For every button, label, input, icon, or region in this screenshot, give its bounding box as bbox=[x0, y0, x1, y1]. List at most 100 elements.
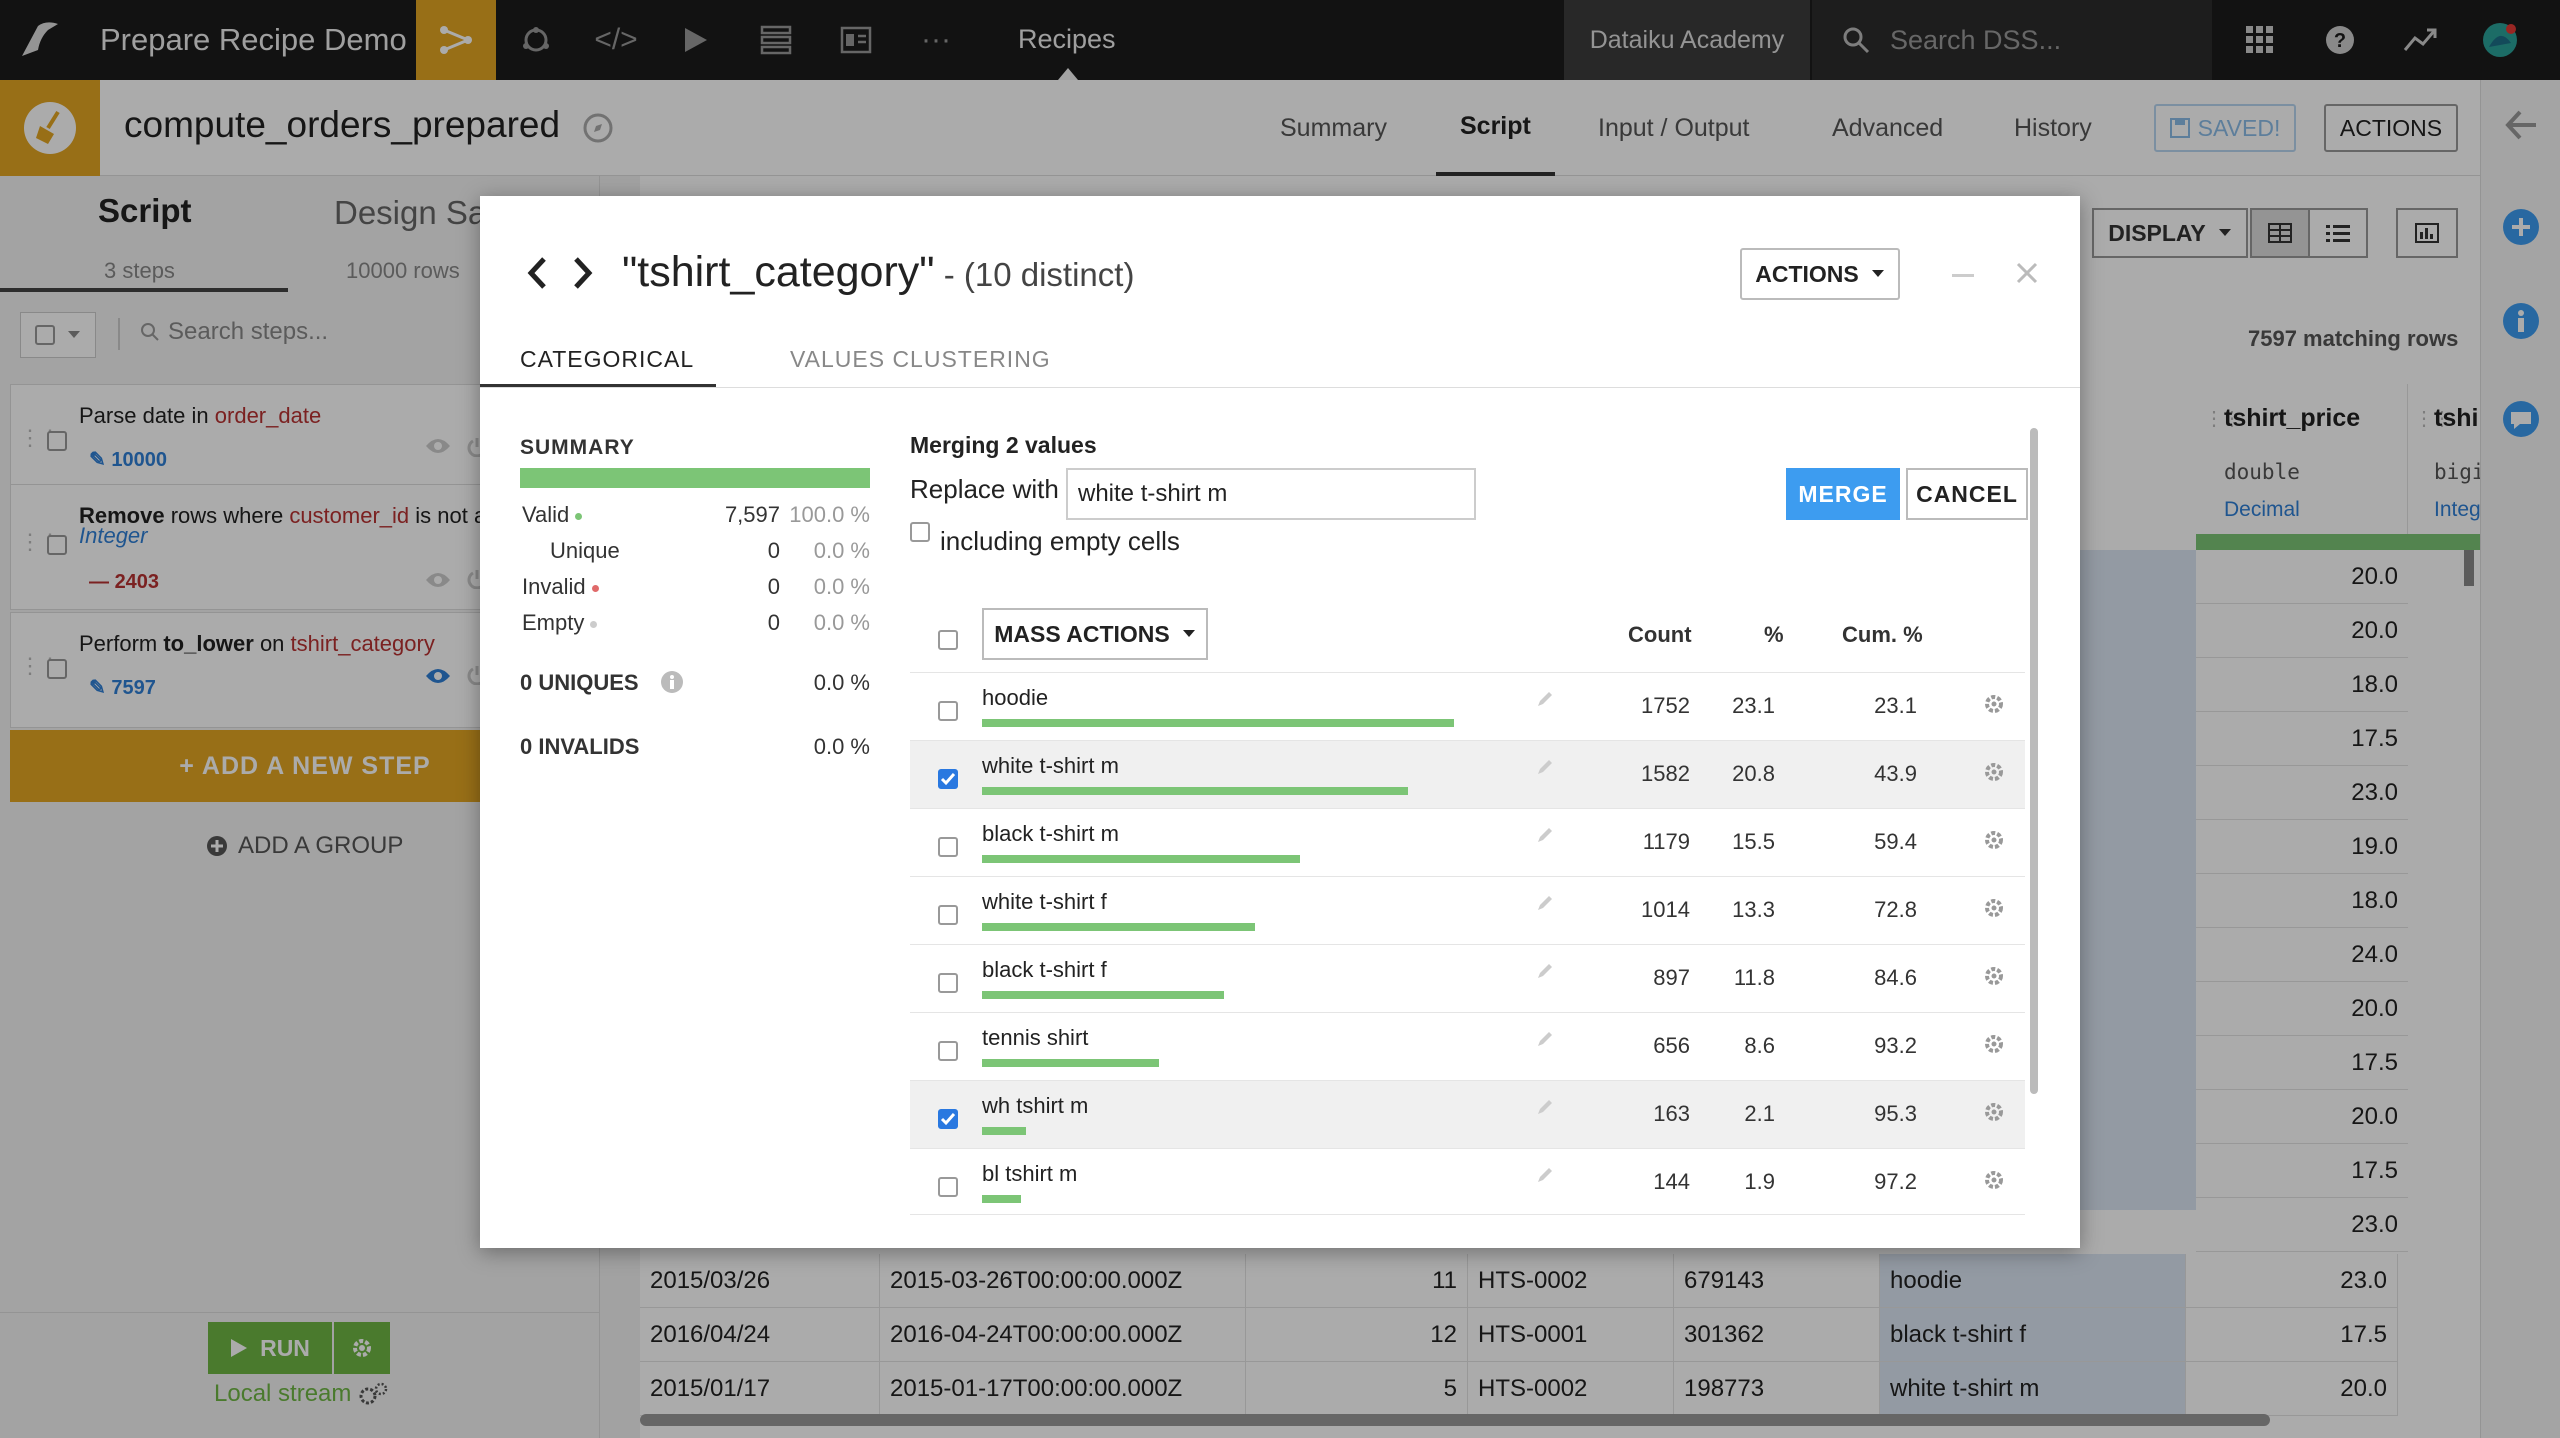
value-checkbox[interactable] bbox=[938, 769, 958, 789]
column-name: "tshirt_category" bbox=[622, 248, 935, 296]
value-frequency-bar bbox=[982, 991, 1224, 999]
value-count: 163 bbox=[1653, 1101, 1690, 1126]
modal-actions-dropdown[interactable]: ACTIONS bbox=[1740, 248, 1900, 300]
cum-pct-header[interactable]: Cum. % bbox=[1842, 622, 1923, 648]
value-checkbox[interactable] bbox=[938, 701, 958, 721]
value-row[interactable]: black t-shirt m 1179 15.5 59.4 bbox=[910, 808, 2025, 876]
tab-values-clustering[interactable]: VALUES CLUSTERING bbox=[790, 346, 1051, 373]
cancel-button[interactable]: CANCEL bbox=[1906, 468, 2028, 520]
value-pct: 1.9 bbox=[1744, 1169, 1775, 1194]
value-pct: 13.3 bbox=[1732, 897, 1775, 922]
pencil-icon[interactable] bbox=[1535, 1165, 1555, 1185]
modal-title: "tshirt_category" - (10 distinct) bbox=[622, 248, 1134, 297]
value-count: 144 bbox=[1653, 1169, 1690, 1194]
value-label: black t-shirt m bbox=[982, 821, 1119, 846]
close-icon[interactable] bbox=[2016, 262, 2038, 284]
gear-icon[interactable] bbox=[1983, 1169, 2005, 1191]
value-frequency-bar bbox=[982, 1059, 1159, 1067]
status-dot bbox=[591, 584, 599, 592]
next-column-icon[interactable] bbox=[572, 256, 594, 290]
value-count: 656 bbox=[1653, 1033, 1690, 1058]
summary-count: 0 bbox=[767, 538, 780, 563]
gear-icon[interactable] bbox=[1983, 1033, 2005, 1055]
value-label: hoodie bbox=[982, 685, 1049, 710]
summary-pct: 0.0 % bbox=[813, 610, 870, 635]
value-row[interactable]: black t-shirt f 897 11.8 84.6 bbox=[910, 944, 2025, 1012]
gear-icon[interactable] bbox=[1983, 897, 2005, 919]
value-row[interactable]: white t-shirt f 1014 13.3 72.8 bbox=[910, 876, 2025, 944]
value-label: wh tshirt m bbox=[982, 1093, 1089, 1118]
pencil-icon[interactable] bbox=[1535, 1029, 1555, 1049]
pencil-icon[interactable] bbox=[1535, 689, 1555, 709]
value-checkbox[interactable] bbox=[938, 837, 958, 857]
summary-label: Empty bbox=[522, 610, 598, 636]
mass-actions-dropdown[interactable]: MASS ACTIONS bbox=[982, 608, 1208, 660]
pencil-icon[interactable] bbox=[1535, 893, 1555, 913]
value-count: 897 bbox=[1653, 965, 1690, 990]
gear-icon[interactable] bbox=[1983, 1101, 2005, 1123]
value-cum-pct: 43.9 bbox=[1874, 761, 1917, 786]
value-checkbox[interactable] bbox=[938, 905, 958, 925]
invalids-pct: 0.0 % bbox=[813, 734, 870, 759]
gear-icon[interactable] bbox=[1983, 761, 2005, 783]
tab-divider bbox=[480, 387, 2080, 388]
value-checkbox[interactable] bbox=[938, 1177, 958, 1197]
minimize-icon[interactable] bbox=[1952, 274, 1974, 277]
count-header[interactable]: Count bbox=[1628, 622, 1692, 648]
value-pct: 8.6 bbox=[1744, 1033, 1775, 1058]
value-cum-pct: 95.3 bbox=[1874, 1101, 1917, 1126]
select-all-values-checkbox[interactable] bbox=[938, 630, 958, 650]
mass-actions-label: MASS ACTIONS bbox=[994, 620, 1170, 647]
info-icon[interactable] bbox=[660, 670, 684, 694]
value-label: white t-shirt f bbox=[982, 889, 1107, 914]
pencil-icon[interactable] bbox=[1535, 825, 1555, 845]
gear-icon[interactable] bbox=[1983, 965, 2005, 987]
value-cum-pct: 59.4 bbox=[1874, 829, 1917, 854]
value-row[interactable]: bl tshirt m 144 1.9 97.2 bbox=[910, 1148, 2025, 1216]
value-pct: 20.8 bbox=[1732, 761, 1775, 786]
gear-icon[interactable] bbox=[1983, 693, 2005, 715]
value-cum-pct: 97.2 bbox=[1874, 1169, 1917, 1194]
replace-with-input[interactable] bbox=[1066, 468, 1476, 520]
value-label: white t-shirt m bbox=[982, 753, 1119, 778]
status-dot bbox=[575, 512, 583, 520]
value-frequency-bar bbox=[982, 1127, 1026, 1135]
pct-header[interactable]: % bbox=[1764, 622, 1784, 648]
value-row[interactable]: tennis shirt 656 8.6 93.2 bbox=[910, 1012, 2025, 1080]
chevron-down-icon bbox=[1871, 270, 1884, 277]
value-row[interactable]: hoodie 1752 23.1 23.1 bbox=[910, 672, 2025, 740]
value-checkbox[interactable] bbox=[938, 1041, 958, 1061]
gear-icon[interactable] bbox=[1983, 829, 2005, 851]
value-count: 1014 bbox=[1641, 897, 1690, 922]
summary-title: SUMMARY bbox=[520, 436, 635, 459]
pencil-icon[interactable] bbox=[1535, 961, 1555, 981]
merge-title: Merging 2 values bbox=[910, 432, 1097, 458]
include-empty-checkbox[interactable] bbox=[910, 522, 930, 542]
value-pct: 23.1 bbox=[1732, 693, 1775, 718]
uniques-pct: 0.0 % bbox=[813, 670, 870, 695]
distinct-count: - (10 distinct) bbox=[934, 256, 1135, 293]
summary-pct: 0.0 % bbox=[813, 574, 870, 599]
analyze-column-modal: "tshirt_category" - (10 distinct) ACTION… bbox=[480, 196, 2080, 1248]
prev-column-icon[interactable] bbox=[526, 256, 548, 290]
value-row[interactable]: white t-shirt m 1582 20.8 43.9 bbox=[910, 740, 2025, 808]
value-count: 1179 bbox=[1642, 829, 1690, 854]
summary-label: Invalid bbox=[522, 574, 599, 600]
value-pct: 11.8 bbox=[1733, 965, 1775, 990]
values-scrollbar[interactable] bbox=[2030, 428, 2038, 1094]
pencil-icon[interactable] bbox=[1535, 1097, 1555, 1117]
tab-categorical[interactable]: CATEGORICAL bbox=[520, 346, 694, 373]
value-checkbox[interactable] bbox=[938, 973, 958, 993]
value-frequency-bar bbox=[982, 923, 1255, 931]
value-count: 1752 bbox=[1641, 693, 1690, 718]
merge-button[interactable]: MERGE bbox=[1786, 468, 1900, 520]
value-row[interactable]: wh tshirt m 163 2.1 95.3 bbox=[910, 1080, 2025, 1148]
modal-actions-label: ACTIONS bbox=[1755, 260, 1859, 287]
summary-count: 0 bbox=[767, 574, 780, 599]
value-cum-pct: 93.2 bbox=[1874, 1033, 1917, 1058]
value-checkbox[interactable] bbox=[938, 1109, 958, 1129]
replace-label: Replace with bbox=[910, 474, 1059, 504]
summary-count: 7,597 bbox=[724, 502, 780, 527]
pencil-icon[interactable] bbox=[1535, 757, 1555, 777]
value-label: tennis shirt bbox=[982, 1025, 1089, 1050]
